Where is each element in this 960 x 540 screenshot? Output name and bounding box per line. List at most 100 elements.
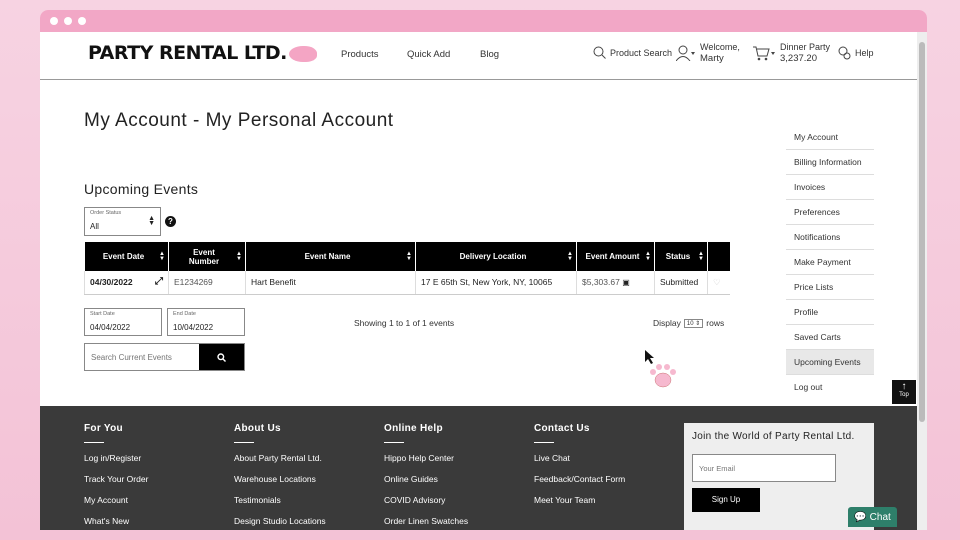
sidebar-item-log-out[interactable]: Log out [786, 375, 874, 399]
product-search[interactable]: Product Search [593, 46, 672, 59]
cell-delivery-location: 17 E 65th St, New York, NY, 10065 [415, 271, 577, 295]
start-date-field[interactable]: Start Date 04/04/2022 [84, 308, 162, 336]
user-icon [676, 45, 695, 61]
help-icon [838, 46, 851, 60]
sidebar-item-my-account[interactable]: My Account [786, 125, 874, 150]
cart-name: Dinner Party [780, 42, 831, 52]
footer-link[interactable]: Warehouse Locations [234, 474, 326, 484]
nav-quick-add[interactable]: Quick Add [407, 49, 450, 60]
nav-blog[interactable]: Blog [480, 49, 499, 60]
footer-link[interactable]: Design Studio Locations [234, 516, 326, 526]
search-icon [217, 352, 226, 362]
footer-col-about-us: About Us About Party Rental Ltd. Warehou… [234, 423, 326, 530]
rows-select[interactable]: 10 ⇕ [683, 318, 704, 328]
user-name: Marty [700, 53, 724, 64]
cart-total: 3,237.20 [780, 53, 817, 64]
footer-link[interactable]: Order Linen Swatches [384, 516, 468, 526]
footer-col-contact-us: Contact Us Live Chat Feedback/Contact Fo… [534, 423, 625, 516]
sign-up-button[interactable]: Sign Up [692, 488, 760, 512]
footer-link[interactable]: Log in/Register [84, 453, 148, 463]
arrow-up-icon: ↑ [901, 381, 907, 392]
col-delivery-location[interactable]: Delivery Location ▲ ▼ [415, 242, 577, 271]
window-dot[interactable] [50, 17, 58, 25]
sidebar-item-notifications[interactable]: Notifications [786, 225, 874, 250]
col-label: Status [665, 252, 691, 261]
footer-link[interactable]: Hippo Help Center [384, 453, 468, 463]
footer-link[interactable]: Feedback/Contact Form [534, 474, 625, 484]
invoice-icon[interactable]: ▣ [622, 278, 630, 287]
help-label: Help [855, 48, 874, 58]
title-bar [40, 10, 927, 32]
col-label: Event Number [188, 247, 220, 266]
account-menu[interactable]: Welcome, Marty [676, 41, 740, 65]
heart-icon[interactable]: ♡ [713, 277, 721, 287]
col-label: Event Amount [585, 252, 640, 261]
col-event-name[interactable]: Event Name ▲ ▼ [245, 242, 416, 271]
sidebar-item-preferences[interactable]: Preferences [786, 200, 874, 225]
divider [534, 442, 554, 443]
cart[interactable]: Dinner Party 3,237.20 [752, 41, 830, 65]
col-favorite [707, 242, 730, 271]
page-scrollbar[interactable] [917, 32, 927, 530]
top-label: Top [899, 392, 909, 398]
scrollbar-thumb[interactable] [919, 42, 925, 422]
end-date-field[interactable]: End Date 10/04/2022 [167, 308, 245, 336]
pagination-info: Showing 1 to 1 of 1 events [354, 318, 455, 328]
footer-heading: Contact Us [534, 423, 590, 434]
search-input[interactable] [85, 344, 199, 370]
chat-button[interactable]: 💬 Chat [848, 507, 897, 527]
search-button[interactable] [199, 344, 244, 370]
footer-link[interactable]: Live Chat [534, 453, 625, 463]
table-row[interactable]: 04/30/2022 ⤢ E1234269 Hart Benefit 17 E 6… [84, 271, 730, 295]
sidebar-item-billing-information[interactable]: Billing Information [786, 150, 874, 175]
sidebar-item-price-lists[interactable]: Price Lists [786, 275, 874, 300]
back-to-top-button[interactable]: ↑ Top [892, 380, 916, 404]
email-field[interactable]: Your Email [692, 454, 836, 482]
help-question-icon[interactable]: ? [165, 216, 176, 227]
window-dot[interactable] [64, 17, 72, 25]
site-logo[interactable]: PARTY RENTAL LTD. [88, 42, 317, 64]
footer-link[interactable]: Testimonials [234, 495, 326, 505]
site-header: PARTY RENTAL LTD. Products Quick Add Blo… [40, 32, 917, 80]
section-title: Upcoming Events [84, 181, 199, 197]
cell-favorite[interactable]: ♡ [707, 271, 730, 295]
cell-event-number[interactable]: E1234269 [168, 271, 246, 295]
order-status-select[interactable]: Order Status All ▲ ▼ [84, 207, 161, 236]
window-dot[interactable] [78, 17, 86, 25]
footer-link[interactable]: Track Your Order [84, 474, 148, 484]
footer-link[interactable]: What's New [84, 516, 148, 526]
sort-icon: ▲ ▼ [645, 251, 651, 262]
newsletter-title: Join the World of Party Rental Ltd. [692, 431, 855, 442]
end-date-value: 10/04/2022 [173, 323, 214, 332]
col-event-amount[interactable]: Event Amount ▲ ▼ [576, 242, 655, 271]
start-date-value: 04/04/2022 [90, 323, 131, 332]
logo-text: PARTY RENTAL LTD. [88, 42, 287, 64]
footer-link[interactable]: Online Guides [384, 474, 468, 484]
sidebar-item-invoices[interactable]: Invoices [786, 175, 874, 200]
chat-label: Chat [869, 511, 891, 523]
col-status[interactable]: Status ▲ ▼ [654, 242, 708, 271]
sidebar-item-upcoming-events[interactable]: Upcoming Events [786, 350, 874, 375]
nav-products[interactable]: Products [341, 49, 379, 60]
page-title: My Account - My Personal Account [84, 110, 394, 131]
expand-icon[interactable]: ⤢ [155, 276, 163, 287]
end-date-label: End Date [173, 311, 196, 317]
start-date-label: Start Date [90, 311, 115, 317]
order-status-value: All [90, 222, 99, 231]
footer-link[interactable]: About Party Rental Ltd. [234, 453, 326, 463]
newsletter-signup: Join the World of Party Rental Ltd. Your… [684, 423, 874, 530]
sort-icon: ▲ ▼ [567, 251, 573, 262]
product-search-label: Product Search [610, 47, 673, 58]
account-sidebar: My Account Billing Information Invoices … [786, 125, 874, 399]
sidebar-item-profile[interactable]: Profile [786, 300, 874, 325]
sidebar-item-make-payment[interactable]: Make Payment [786, 250, 874, 275]
sidebar-item-saved-carts[interactable]: Saved Carts [786, 325, 874, 350]
chat-icon: 💬 [854, 511, 867, 523]
col-event-number[interactable]: Event Number ▲ ▼ [168, 242, 246, 271]
sort-icon: ▲ ▼ [159, 251, 165, 262]
footer-link[interactable]: Meet Your Team [534, 495, 625, 505]
footer-link[interactable]: My Account [84, 495, 148, 505]
footer-link[interactable]: COVID Advisory [384, 495, 468, 505]
col-event-date[interactable]: Event Date ▲ ▼ [84, 242, 169, 271]
help-link[interactable]: Help [837, 46, 874, 60]
